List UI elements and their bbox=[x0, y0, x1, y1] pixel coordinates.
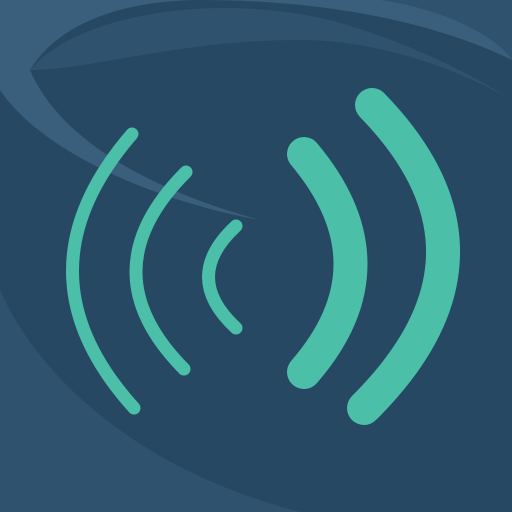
signal-waves-icon bbox=[0, 0, 512, 512]
app-icon bbox=[0, 0, 512, 512]
